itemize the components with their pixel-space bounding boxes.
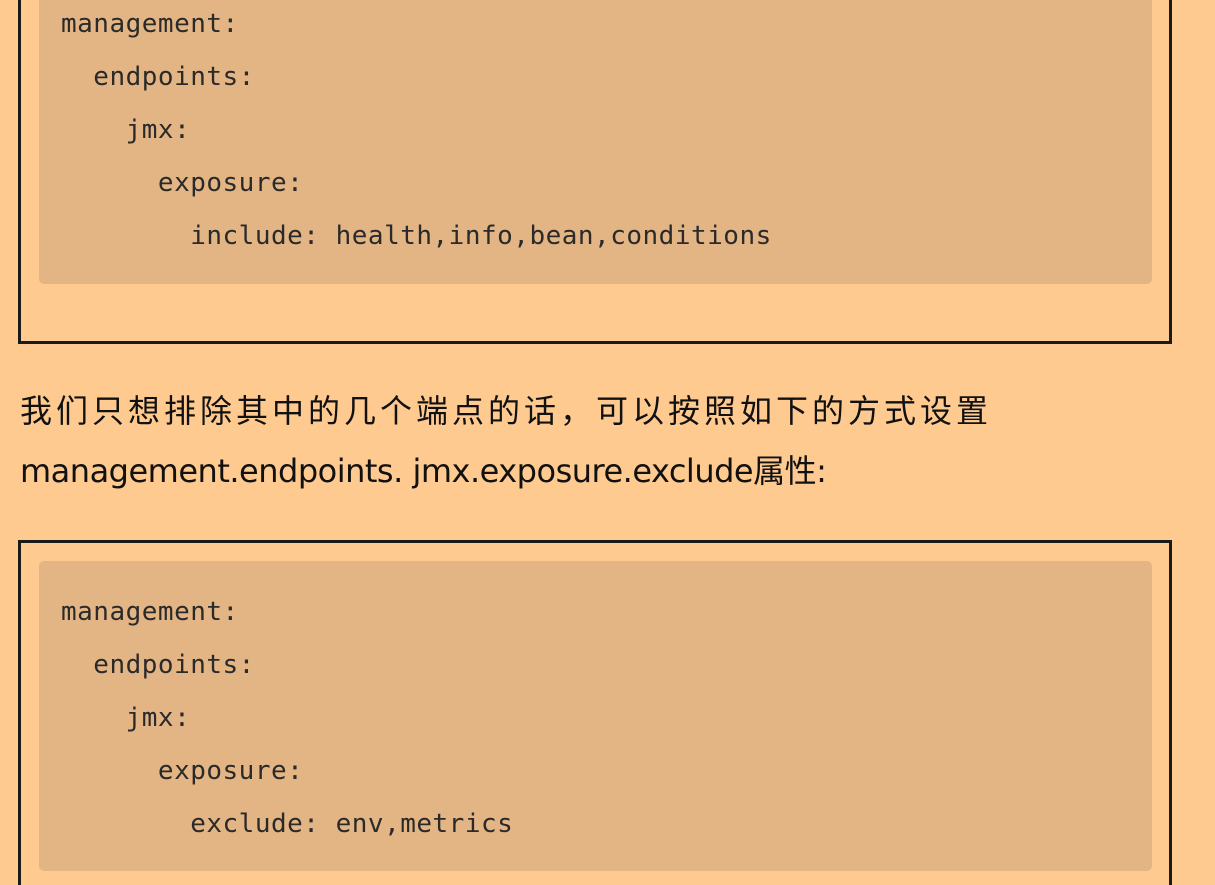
code-line: exposure:: [61, 756, 304, 786]
code-frame-exclude: management: endpoints: jmx: exposure: ex…: [18, 540, 1172, 885]
code-line: exclude: env,metrics: [61, 809, 514, 839]
code-line: management:: [61, 9, 239, 39]
code-line: jmx:: [61, 115, 191, 145]
paragraph-line-2: management.endpoints. jmx.exposure.exclu…: [20, 452, 827, 490]
code-block-exclude: management: endpoints: jmx: exposure: ex…: [39, 561, 1152, 871]
paragraph-line-1: 我们只想排除其中的几个端点的话，可以按照如下的方式设置: [20, 392, 993, 430]
code-line: endpoints:: [61, 650, 255, 680]
code-line: management:: [61, 597, 239, 627]
code-line: jmx:: [61, 703, 191, 733]
code-line: endpoints:: [61, 62, 255, 92]
code-line: include: health,info,bean,conditions: [61, 221, 772, 251]
code-block-include: management: endpoints: jmx: exposure: in…: [39, 0, 1152, 284]
code-line: exposure:: [61, 168, 304, 198]
code-frame-include: management: endpoints: jmx: exposure: in…: [18, 0, 1172, 344]
